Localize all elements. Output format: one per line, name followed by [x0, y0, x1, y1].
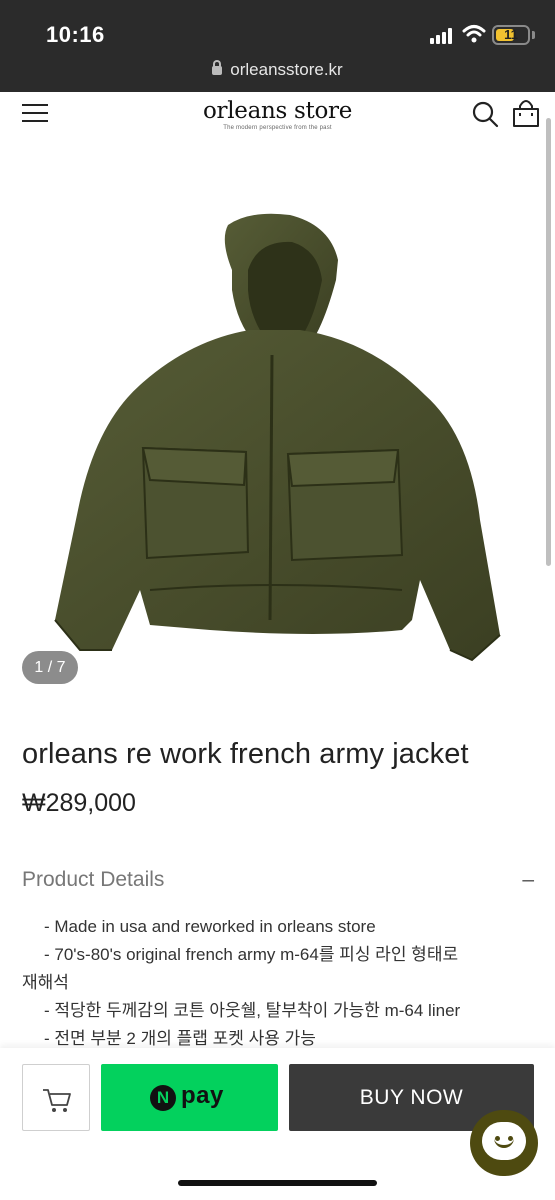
url-bar[interactable]: orleansstore.kr [0, 58, 555, 92]
product-image[interactable] [0, 180, 555, 700]
site-header: orleans store The modern perspective fro… [0, 92, 555, 142]
chat-icon [482, 1122, 526, 1160]
bottom-action-bar: N pay BUY NOW [0, 1048, 555, 1200]
cart-icon [43, 1089, 71, 1112]
details-line: - 적당한 두께감의 코튼 아웃쉘, 탈부착이 가능한 m-64 liner [44, 1001, 461, 1020]
npay-button[interactable]: N pay [101, 1064, 278, 1131]
product-price: ₩289,000 [22, 789, 136, 817]
naver-pay-icon: N [150, 1085, 176, 1111]
battery-level: 11 [504, 27, 518, 42]
product-details-toggle[interactable]: Product Details – [22, 868, 534, 898]
shopping-bag-icon[interactable] [511, 98, 541, 128]
home-indicator[interactable] [178, 1180, 377, 1186]
details-line: 재해석 [22, 973, 69, 992]
battery-icon: 11 [492, 25, 530, 45]
image-page-counter[interactable]: 1 / 7 [22, 651, 78, 684]
status-bar: 10:16 11 [0, 0, 555, 58]
search-icon[interactable] [471, 100, 499, 128]
status-time: 10:16 [46, 22, 105, 47]
product-title: orleans re work french army jacket [22, 738, 469, 770]
add-to-cart-button[interactable] [22, 1064, 90, 1131]
details-line: - 70's-80's original french army m-64를 피… [44, 945, 459, 964]
details-line: - Made in usa and reworked in orleans st… [44, 917, 376, 936]
url-text: orleansstore.kr [230, 60, 343, 79]
wifi-icon [462, 25, 486, 43]
details-title: Product Details [22, 868, 165, 891]
collapse-icon[interactable]: – [522, 868, 534, 892]
chat-button[interactable] [470, 1110, 538, 1176]
signal-icon [430, 28, 454, 44]
npay-label: pay [181, 1082, 224, 1109]
lock-icon [212, 60, 223, 75]
details-list: - Made in usa and reworked in orleans st… [22, 913, 512, 1053]
